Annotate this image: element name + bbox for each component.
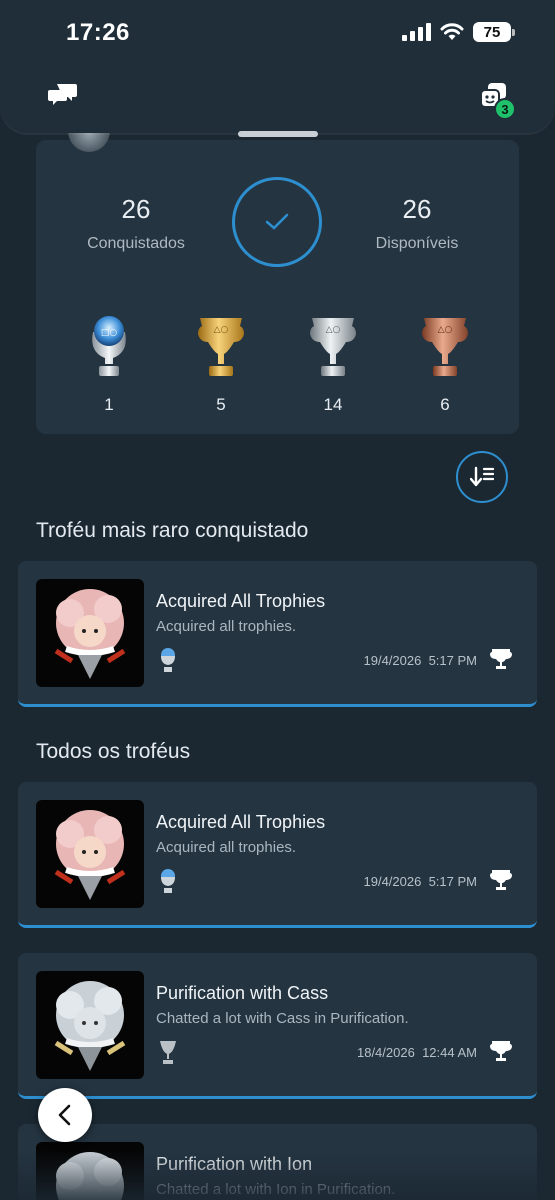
gold-count: 5 xyxy=(216,395,226,414)
earned-block: 26 Conquistados xyxy=(61,194,211,253)
completion-check-icon xyxy=(232,177,322,267)
trophy-name: Purification with Cass xyxy=(156,983,329,1003)
sheet-drag-handle[interactable] xyxy=(238,131,318,137)
chevron-left-icon xyxy=(58,1104,71,1126)
earned-label: Conquistados xyxy=(87,235,185,252)
trophy-description: Acquired all trophies. xyxy=(156,839,297,856)
trophy-description: Chatted a lot with Cass in Purification. xyxy=(156,1010,409,1027)
trophy-summary-card: 26 Conquistados 26 Disponíveis □○ 1 △○ 5 xyxy=(36,140,519,434)
available-label: Disponíveis xyxy=(375,235,459,252)
earned-time: 5:17 PM xyxy=(428,653,477,668)
earned-count: 26 xyxy=(121,194,151,224)
cellular-signal-icon xyxy=(402,23,431,41)
earned-datetime: 19/4/2026 5:17 PM xyxy=(364,653,478,668)
trophy-card-rarest[interactable]: Acquired All Trophies Acquired all troph… xyxy=(18,561,537,707)
trophy-card[interactable]: Purification with Cass Chatted a lot wit… xyxy=(18,953,537,1099)
earned-trophy-icon xyxy=(490,870,512,890)
available-count: 26 xyxy=(402,194,432,224)
back-button[interactable] xyxy=(38,1088,92,1142)
gold-column: △○ 5 xyxy=(186,312,256,415)
trophy-name: Purification with Ion xyxy=(156,1154,313,1174)
status-icons: 75 xyxy=(402,22,515,42)
trophy-name: Acquired All Trophies xyxy=(156,591,326,611)
platinum-column: □○ 1 xyxy=(74,312,144,415)
silver-trophy-icon: △○ xyxy=(310,318,356,376)
available-block: 26 Disponíveis xyxy=(342,194,492,253)
bronze-trophy-icon: △○ xyxy=(422,318,468,376)
trophy-card[interactable]: Purification with Ion Chatted a lot with… xyxy=(18,1124,537,1200)
friends-count-badge: 3 xyxy=(494,98,516,120)
battery-indicator: 75 xyxy=(473,22,515,42)
platinum-grade-icon xyxy=(161,869,175,893)
gold-trophy-icon: △○ xyxy=(198,318,244,376)
all-trophies-section-title: Todos os troféus xyxy=(36,740,191,763)
silver-count: 14 xyxy=(323,395,343,414)
messages-icon[interactable] xyxy=(48,82,78,108)
sort-icon xyxy=(470,466,494,487)
status-time: 17:26 xyxy=(66,19,130,46)
trophy-card[interactable]: Acquired All Trophies Acquired all troph… xyxy=(18,782,537,928)
svg-text:△○: △○ xyxy=(326,325,341,335)
bronze-count: 6 xyxy=(440,395,450,414)
svg-text:□○: □○ xyxy=(101,328,118,338)
friends-button[interactable]: 3 xyxy=(480,82,516,120)
wifi-icon xyxy=(440,23,464,40)
earned-time: 12:44 AM xyxy=(422,1045,477,1060)
earned-datetime: 18/4/2026 12:44 AM xyxy=(357,1045,477,1060)
trophy-thumbnail xyxy=(36,971,144,1079)
trophy-name: Acquired All Trophies xyxy=(156,812,326,832)
sort-button[interactable] xyxy=(456,451,508,503)
earned-date: 18/4/2026 xyxy=(356,1045,415,1060)
rarest-section-title: Troféu mais raro conquistado xyxy=(36,519,309,542)
trophy-thumbnail xyxy=(36,1142,144,1200)
earned-trophy-icon xyxy=(490,1041,512,1061)
platinum-grade-icon xyxy=(161,648,175,672)
trophy-thumbnail xyxy=(36,579,144,687)
earned-date: 19/4/2026 xyxy=(363,874,422,889)
trophy-description: Acquired all trophies. xyxy=(156,618,297,635)
platinum-trophy-icon: □○ xyxy=(92,316,126,376)
trophy-description: Chatted a lot with Ion in Purification. xyxy=(156,1181,396,1198)
trophy-thumbnail xyxy=(36,800,144,908)
earned-datetime: 19/4/2026 5:17 PM xyxy=(364,874,478,889)
earned-time: 5:17 PM xyxy=(428,874,477,889)
bronze-column: △○ 6 xyxy=(410,312,480,415)
earned-date: 19/4/2026 xyxy=(363,653,422,668)
top-header: 17:26 75 3 xyxy=(0,0,555,133)
earned-trophy-icon xyxy=(490,649,512,669)
silver-column: △○ 14 xyxy=(298,312,368,415)
svg-text:△○: △○ xyxy=(214,325,229,335)
platinum-count: 1 xyxy=(104,395,114,414)
svg-text:△○: △○ xyxy=(438,325,453,335)
silver-grade-icon xyxy=(160,1041,176,1064)
